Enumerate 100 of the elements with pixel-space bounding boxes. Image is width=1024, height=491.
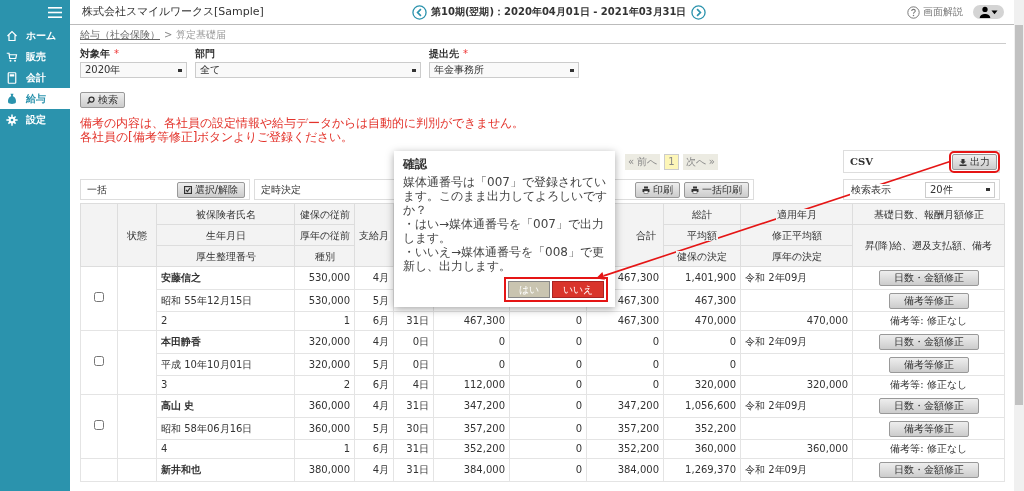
table-cell: 380,000 xyxy=(308,464,350,475)
table-cell: 0日 xyxy=(412,358,429,370)
bulk-print-button[interactable]: 一括印刷 xyxy=(684,181,749,198)
scrollbar[interactable] xyxy=(1014,0,1024,491)
format-label: CSV xyxy=(850,155,873,168)
table-cell: 352,200 xyxy=(463,443,505,454)
table-cell: 0 xyxy=(575,443,582,454)
edit-button[interactable]: 備考等修正 xyxy=(888,292,969,309)
table-cell: 357,200 xyxy=(617,422,659,434)
edit-button[interactable]: 備考等修正 xyxy=(888,420,969,437)
table-cell: 1,269,370 xyxy=(685,464,736,475)
print-button[interactable]: 印刷 xyxy=(635,181,680,198)
sidebar-item[interactable]: 設定 xyxy=(0,109,70,130)
table-cell: 0 xyxy=(575,379,582,390)
table-cell: 5月 xyxy=(372,294,389,306)
period-label: 第10期(翌期)：2020年04月01日 - 2021年03月31日 xyxy=(431,6,687,18)
menu-icon[interactable] xyxy=(48,7,62,18)
table-cell: 0 xyxy=(575,400,582,411)
required-mark: * xyxy=(114,48,119,60)
table-cell: 0 xyxy=(575,422,582,434)
table-cell: 360,000 xyxy=(308,422,350,434)
chevron-left-icon xyxy=(412,4,427,20)
table-cell: 2 xyxy=(343,379,350,390)
table-cell: 30日 xyxy=(406,422,429,434)
table-cell: 31日 xyxy=(406,443,429,454)
table-cell: 0 xyxy=(729,336,736,347)
table-cell: 320,000 xyxy=(694,379,736,390)
no-button[interactable]: いいえ xyxy=(552,281,604,299)
dialog-title: 確認 xyxy=(403,157,428,172)
column-header: 健保の決定 xyxy=(676,250,728,262)
table-cell: 1 xyxy=(343,443,350,454)
column-header: 昇(降)給、遡及支払額、備考 xyxy=(863,240,994,251)
sidebar-item[interactable]: 会計 xyxy=(0,67,70,88)
edit-button[interactable]: 日数・金額修正 xyxy=(878,334,979,350)
edit-button[interactable]: 日数・金額修正 xyxy=(878,398,979,414)
search-icon xyxy=(87,96,95,104)
breadcrumb-current: 算定基礎届 xyxy=(176,29,227,41)
edit-button[interactable]: 備考等修正 xyxy=(888,356,969,373)
printer-icon xyxy=(691,185,699,194)
breadcrumb-link[interactable]: 給与（社会保険） xyxy=(80,29,160,41)
printer-icon xyxy=(642,185,650,194)
table-cell: 31日 xyxy=(406,315,429,326)
table-cell: 467,300 xyxy=(617,294,659,306)
search-button[interactable]: 検索 xyxy=(80,92,125,108)
select-toggle-button[interactable]: 選択/解除 xyxy=(176,181,245,198)
row-checkbox[interactable] xyxy=(94,356,104,366)
table-cell: 備考等: 修正なし xyxy=(890,315,967,326)
table-cell: 0 xyxy=(498,336,505,347)
select-field[interactable]: 全て xyxy=(195,62,421,78)
table-cell: 0 xyxy=(575,358,582,370)
table-cell: 360,000 xyxy=(806,443,848,454)
table-cell: 備考等: 修正なし xyxy=(890,443,967,454)
table-cell: 1,056,600 xyxy=(685,400,736,411)
next-period-button[interactable] xyxy=(690,4,706,20)
table-cell: 1 xyxy=(343,315,350,326)
column-header: 厚年の従前 xyxy=(298,229,351,241)
table-cell: 320,000 xyxy=(308,358,350,370)
column-header: 支給月 xyxy=(358,229,390,241)
sidebar-item[interactable]: 給与 xyxy=(0,88,70,109)
table-cell: 470,000 xyxy=(694,315,736,326)
column-header: 修正平均額 xyxy=(770,229,823,241)
calculator-icon xyxy=(6,71,18,84)
table-cell: 4月 xyxy=(372,336,389,347)
sidebar-item[interactable]: ホーム xyxy=(0,25,70,46)
user-menu-button[interactable] xyxy=(973,5,1004,19)
dialog-message: ・いいえ→媒体通番号を「008」で更新し、出力します。 xyxy=(403,245,605,274)
table-cell: 0 xyxy=(652,358,659,370)
table-cell: 0 xyxy=(498,358,505,370)
table-cell: 0 xyxy=(575,464,582,475)
table-cell: 本田静香 xyxy=(161,336,201,347)
table-cell: 4月 xyxy=(372,400,389,411)
sidebar-item[interactable]: 販売 xyxy=(0,46,70,67)
help-link[interactable]: 画面解説 xyxy=(923,6,963,18)
user-icon xyxy=(979,6,991,18)
edit-button[interactable]: 日数・金額修正 xyxy=(878,270,979,286)
help-icon xyxy=(907,5,920,19)
row-checkbox[interactable] xyxy=(94,292,104,302)
table-cell: 357,200 xyxy=(463,422,505,434)
scrollbar-thumb[interactable] xyxy=(1015,25,1023,405)
edit-button[interactable]: 日数・金額修正 xyxy=(878,462,979,478)
dialog-message: 媒体通番号は「007」で登録されています。このまま出力してよろしいですか？ xyxy=(403,175,608,218)
warning-text: 備考の内容は、各社員の設定情報や給与データからは自動的に判別ができません。 xyxy=(80,116,525,130)
checkbox-icon xyxy=(183,185,192,194)
table-cell: 4日 xyxy=(412,379,429,390)
select-field[interactable]: 2020年 xyxy=(80,62,187,78)
previous-period-button[interactable] xyxy=(412,4,427,20)
page-size-select[interactable]: 20件 xyxy=(925,181,995,198)
table-cell: 新井和也 xyxy=(161,464,201,475)
table-cell: 3 xyxy=(161,379,168,390)
table-cell: 0日 xyxy=(412,336,429,347)
select-field[interactable]: 年金事務所 xyxy=(429,62,579,78)
field-label: 対象年 xyxy=(80,48,110,60)
table-cell: 2 xyxy=(161,315,168,326)
row-checkbox[interactable] xyxy=(94,420,104,430)
warning-text: 各社員の[備考等修正]ボタンよりご登録ください。 xyxy=(80,130,355,144)
table-cell: 0 xyxy=(652,379,659,390)
export-button[interactable]: 出力 xyxy=(952,153,997,170)
column-header: 厚生整理番号 xyxy=(194,250,257,262)
table-cell: 安藤信之 xyxy=(161,272,201,283)
column-header: 基礎日数、報酬月額修正 xyxy=(872,208,985,220)
